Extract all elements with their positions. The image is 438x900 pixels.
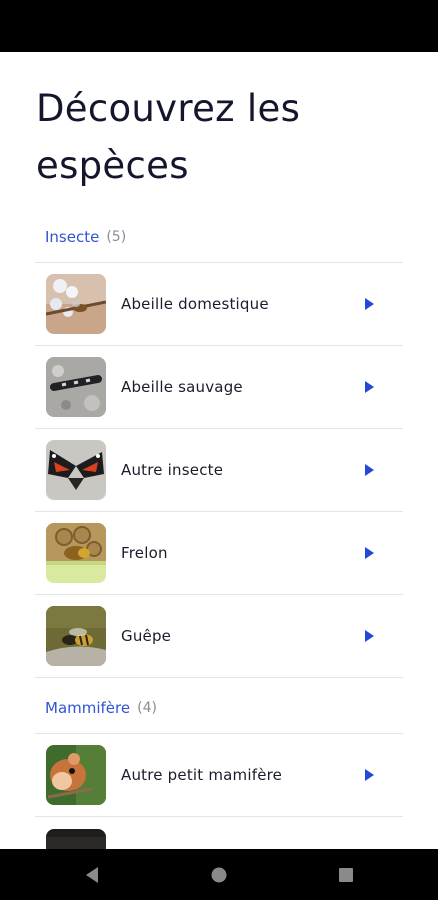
species-row-abeille-domestique[interactable]: Abeille domestique [35,263,403,345]
play-triangle-icon [357,292,381,316]
back-triangle-icon[interactable] [82,865,102,885]
play-triangle-icon [357,624,381,648]
species-label: Abeille sauvage [121,378,243,396]
home-circle-icon[interactable] [209,865,229,885]
section-header-mammifere: Mammifère (4) [45,693,157,723]
species-thumbnail [46,745,106,805]
species-label: Guêpe [121,627,172,645]
species-thumbnail [46,440,106,500]
species-row-autre-insecte[interactable]: Autre insecte [35,429,403,511]
species-row-frelon[interactable]: Frelon [35,512,403,594]
divider [35,677,403,678]
species-thumbnail [46,357,106,417]
species-row-guepe[interactable]: Guêpe [35,595,403,677]
recents-square-icon[interactable] [336,865,356,885]
status-bar [0,0,438,52]
play-triangle-icon [357,375,381,399]
species-thumbnail [46,274,106,334]
section-count: (4) [137,700,157,716]
species-label: Autre insecte [121,461,224,479]
section-count: (5) [106,229,127,245]
play-triangle-icon [357,541,381,565]
species-label: Autre petit mamifère [121,766,283,784]
species-thumbnail [46,829,106,849]
species-screen: Découvrez les espèces Insecte (5) Abeill… [0,52,438,849]
species-thumbnail [46,523,106,583]
system-nav-bar [0,849,438,900]
species-row-abeille-sauvage[interactable]: Abeille sauvage [35,346,403,428]
section-title: Mammifère [45,699,131,717]
play-triangle-icon [357,763,381,787]
species-label: Abeille domestique [121,295,269,313]
section-header-insecte: Insecte (5) [45,222,126,252]
species-label: Frelon [121,544,168,562]
species-row-partial[interactable] [35,817,403,849]
species-row-autre-petit-mamifere[interactable]: Autre petit mamifère [35,734,403,816]
page-title: Découvrez les espèces [36,87,301,187]
section-title: Insecte [45,228,100,246]
species-thumbnail [46,606,106,666]
play-triangle-icon [357,458,381,482]
